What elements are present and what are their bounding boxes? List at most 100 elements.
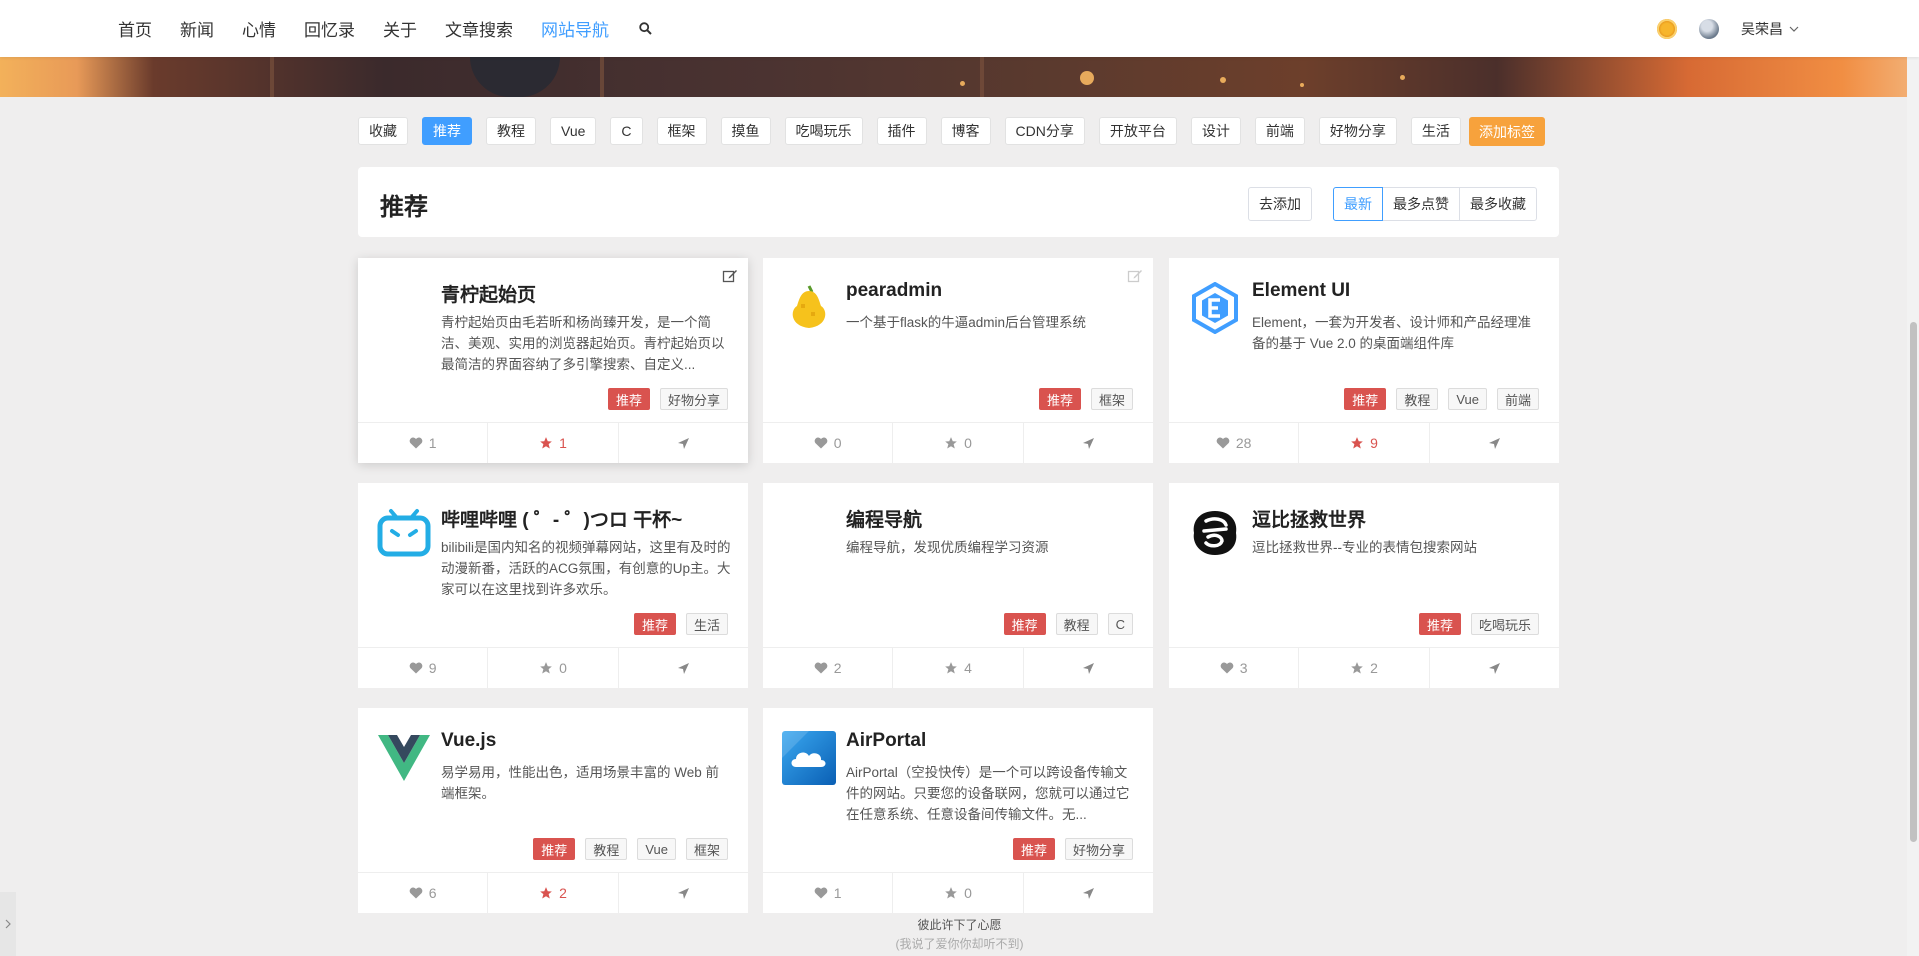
- edit-icon[interactable]: [722, 268, 738, 284]
- tag-item-active[interactable]: 推荐: [422, 117, 472, 145]
- sort-most-liked-button[interactable]: 最多点赞: [1382, 187, 1460, 221]
- site-name[interactable]: AirPortal: [846, 730, 926, 752]
- card-tag[interactable]: 推荐: [1038, 388, 1081, 410]
- tag-item[interactable]: 收藏: [358, 117, 408, 145]
- tag-item[interactable]: Vue: [550, 117, 597, 145]
- send-icon: [677, 887, 689, 899]
- tag-item[interactable]: C: [610, 117, 643, 145]
- avatar[interactable]: [1699, 18, 1719, 39]
- like-button[interactable]: 9: [358, 648, 487, 688]
- card-tag[interactable]: 教程: [585, 838, 628, 860]
- site-card[interactable]: pearadmin 一个基于flask的牛逼admin后台管理系统 推荐 框架 …: [763, 258, 1153, 463]
- nav-link-about[interactable]: 关于: [383, 16, 417, 41]
- add-tag-button[interactable]: 添加标签: [1469, 117, 1545, 146]
- visit-button[interactable]: [617, 423, 748, 463]
- visit-button[interactable]: [1022, 423, 1153, 463]
- visit-button[interactable]: [1428, 423, 1559, 463]
- star-button[interactable]: 9: [1298, 423, 1428, 463]
- star-button[interactable]: 0: [892, 423, 1022, 463]
- site-name[interactable]: 逗比拯救世界: [1252, 505, 1366, 532]
- tag-item[interactable]: 教程: [486, 117, 536, 145]
- theme-toggle-sun-icon[interactable]: [1657, 18, 1677, 39]
- card-tag[interactable]: 好物分享: [659, 388, 728, 410]
- visit-button[interactable]: [1428, 648, 1559, 688]
- like-button[interactable]: 1: [358, 423, 487, 463]
- card-tag[interactable]: 推荐: [1344, 388, 1387, 410]
- edit-icon[interactable]: [1127, 268, 1143, 284]
- nav-link-memoir[interactable]: 回忆录: [304, 16, 355, 41]
- card-tag[interactable]: C: [1107, 613, 1133, 635]
- scrollbar-thumb[interactable]: [1910, 322, 1917, 842]
- tag-item[interactable]: 开放平台: [1098, 117, 1177, 145]
- go-add-button[interactable]: 去添加: [1248, 187, 1312, 221]
- card-tag[interactable]: 生活: [685, 613, 728, 635]
- site-name[interactable]: pearadmin: [846, 280, 942, 302]
- visit-button[interactable]: [617, 648, 748, 688]
- card-tag[interactable]: 推荐: [1003, 613, 1046, 635]
- tag-item[interactable]: 好物分享: [1318, 117, 1397, 145]
- like-button[interactable]: 6: [358, 873, 487, 913]
- sort-most-starred-button[interactable]: 最多收藏: [1459, 187, 1537, 221]
- card-tag[interactable]: 前端: [1496, 388, 1539, 410]
- star-button[interactable]: 1: [487, 423, 617, 463]
- tag-item[interactable]: 博客: [940, 117, 991, 145]
- nav-link-mood[interactable]: 心情: [242, 16, 276, 41]
- star-button[interactable]: 0: [487, 648, 617, 688]
- tag-item[interactable]: CDN分享: [1004, 117, 1085, 145]
- nav-link-home[interactable]: 首页: [118, 16, 152, 41]
- like-button[interactable]: 0: [763, 423, 892, 463]
- site-name[interactable]: 编程导航: [846, 505, 922, 532]
- site-card[interactable]: 逗比拯救世界 逗比拯救世界--专业的表情包搜索网站 推荐 吃喝玩乐 3 2: [1169, 483, 1559, 688]
- card-tag[interactable]: 教程: [1396, 388, 1439, 410]
- site-name[interactable]: Vue.js: [441, 730, 496, 752]
- like-button[interactable]: 1: [763, 873, 892, 913]
- nav-link-news[interactable]: 新闻: [180, 16, 214, 41]
- card-tag[interactable]: 好物分享: [1064, 838, 1133, 860]
- site-card[interactable]: 青柠起始页 青柠起始页由毛若昕和杨尚臻开发，是一个简洁、美观、实用的浏览器起始页…: [358, 258, 748, 463]
- site-card[interactable]: 哔哩哔哩 ( ゜- ゜)つロ 干杯~ bilibili是国内知名的视频弹幕网站，…: [358, 483, 748, 688]
- site-card[interactable]: 编程导航 编程导航，发现优质编程学习资源 推荐 教程 C 2 4: [763, 483, 1153, 688]
- side-drawer-handle-chevron-right-icon[interactable]: [0, 892, 16, 956]
- site-name[interactable]: 哔哩哔哩 ( ゜- ゜)つロ 干杯~: [441, 505, 682, 532]
- card-tag[interactable]: 推荐: [1418, 613, 1461, 635]
- card-tag[interactable]: 框架: [685, 838, 728, 860]
- user-menu[interactable]: 吴荣昌: [1741, 19, 1799, 39]
- site-card[interactable]: Element UI Element，一套为开发者、设计师和产品经理准备的基于 …: [1169, 258, 1559, 463]
- card-tag[interactable]: 框架: [1090, 388, 1133, 410]
- card-tag[interactable]: 推荐: [1012, 838, 1055, 860]
- tag-item[interactable]: 框架: [656, 117, 707, 145]
- heart-icon: [814, 662, 828, 674]
- search-icon[interactable]: [639, 22, 652, 35]
- card-tag[interactable]: 推荐: [633, 613, 676, 635]
- site-name[interactable]: Element UI: [1252, 280, 1350, 302]
- site-card[interactable]: Vue.js 易学易用，性能出色，适用场景丰富的 Web 前端框架。 推荐 教程…: [358, 708, 748, 913]
- star-button[interactable]: 4: [892, 648, 1022, 688]
- card-tag[interactable]: Vue: [1448, 388, 1487, 410]
- card-tag[interactable]: 推荐: [607, 388, 650, 410]
- like-button[interactable]: 3: [1169, 648, 1298, 688]
- vertical-scrollbar[interactable]: [1907, 57, 1919, 956]
- tag-item[interactable]: 前端: [1254, 117, 1305, 145]
- card-tag[interactable]: 吃喝玩乐: [1470, 613, 1539, 635]
- star-button[interactable]: 2: [487, 873, 617, 913]
- tag-item[interactable]: 摸鱼: [720, 117, 771, 145]
- tag-item[interactable]: 吃喝玩乐: [784, 117, 863, 145]
- visit-button[interactable]: [617, 873, 748, 913]
- like-button[interactable]: 2: [763, 648, 892, 688]
- site-name[interactable]: 青柠起始页: [441, 280, 536, 307]
- card-tag[interactable]: 推荐: [533, 838, 576, 860]
- site-card[interactable]: AirPortal AirPortal（空投快传）是一个可以跨设备传输文件的网站…: [763, 708, 1153, 913]
- nav-link-article-search[interactable]: 文章搜索: [445, 16, 513, 41]
- sort-newest-button[interactable]: 最新: [1333, 187, 1383, 221]
- tag-item[interactable]: 生活: [1410, 117, 1461, 145]
- card-tag[interactable]: Vue: [637, 838, 676, 860]
- visit-button[interactable]: [1022, 648, 1153, 688]
- nav-link-site-nav[interactable]: 网站导航: [541, 16, 609, 41]
- star-button[interactable]: 0: [892, 873, 1022, 913]
- tag-item[interactable]: 设计: [1190, 117, 1241, 145]
- like-button[interactable]: 28: [1169, 423, 1298, 463]
- visit-button[interactable]: [1022, 873, 1153, 913]
- star-button[interactable]: 2: [1298, 648, 1428, 688]
- tag-item[interactable]: 插件: [876, 117, 927, 145]
- card-tag[interactable]: 教程: [1055, 613, 1098, 635]
